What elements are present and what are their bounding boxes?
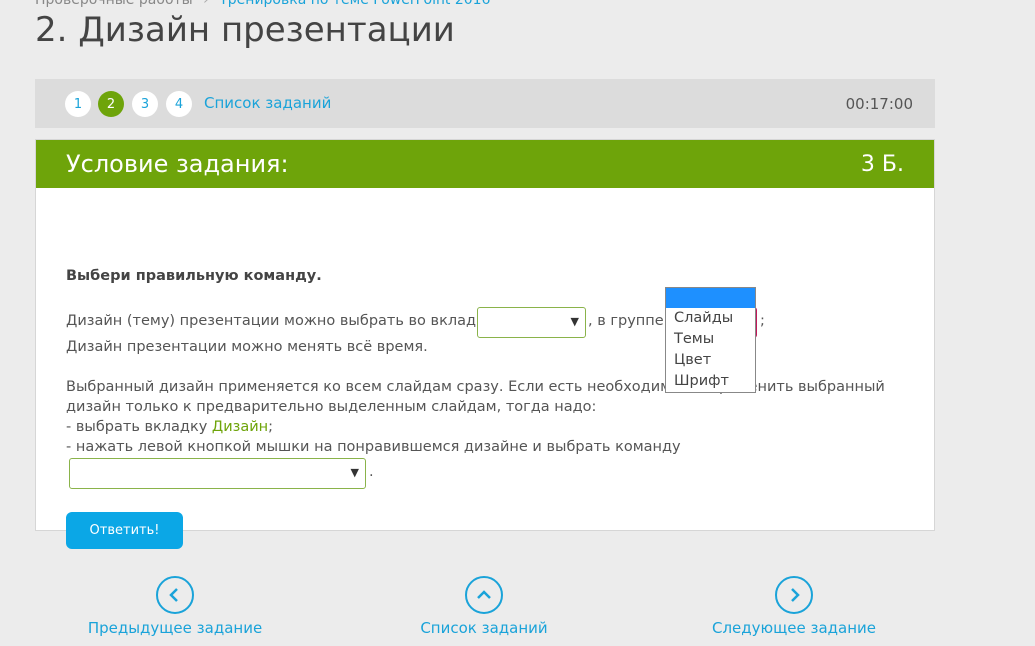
timer: 00:17:00 bbox=[845, 95, 913, 113]
chevron-right-icon bbox=[775, 576, 813, 614]
breadcrumb-separator: › bbox=[203, 0, 209, 8]
step-4-button[interactable]: 4 bbox=[166, 91, 192, 117]
next-task-label[interactable]: Следующее задание bbox=[712, 619, 876, 637]
next-task-nav[interactable]: Следующее задание bbox=[684, 576, 904, 637]
task-card: Условие задания: 3 Б. Выбери правильную … bbox=[35, 139, 935, 549]
line4-prefix: - выбрать вкладку bbox=[66, 419, 212, 435]
chevron-down-icon: ▼ bbox=[570, 315, 579, 328]
dropdown-option-font[interactable]: Шрифт bbox=[666, 371, 755, 392]
step-3-button[interactable]: 3 bbox=[132, 91, 158, 117]
step-1-button[interactable]: 1 bbox=[65, 91, 91, 117]
design-tab-word: Дизайн bbox=[211, 419, 269, 435]
dropdown-option-empty[interactable] bbox=[666, 288, 755, 308]
task-navigation-bar: 1 2 3 4 Список заданий 00:17:00 bbox=[35, 79, 935, 128]
question-line-4: - выбрать вкладку Дизайн; bbox=[66, 419, 273, 435]
group-select-dropdown: Слайды Темы Цвет Шрифт bbox=[665, 287, 756, 393]
question-line-2: Дизайн презентации можно менять всё врем… bbox=[66, 339, 428, 355]
prev-task-label[interactable]: Предыдущее задание bbox=[88, 619, 262, 637]
dropdown-option-color[interactable]: Цвет bbox=[666, 350, 755, 371]
command-select[interactable]: ▼ bbox=[69, 458, 366, 489]
question-line-3b: дизайн только к предварительно выделенны… bbox=[66, 399, 597, 415]
prev-task-nav[interactable]: Предыдущее задание bbox=[65, 576, 285, 637]
breadcrumb-item-works[interactable]: Проверочные работы bbox=[35, 0, 193, 8]
question-line-1: Дизайн (тему) презентации можно выбрать … bbox=[66, 313, 494, 329]
q1-text-before: Дизайн (тему) презентации можно выбрать … bbox=[66, 313, 494, 329]
task-list-label[interactable]: Список заданий bbox=[420, 619, 547, 637]
dropdown-option-slides[interactable]: Слайды bbox=[666, 308, 755, 329]
chevron-down-icon: ▼ bbox=[350, 466, 359, 479]
question-line-3a: Выбранный дизайн применяется ко всем сла… bbox=[66, 379, 885, 395]
task-instruction: Выбери правильную команду. bbox=[66, 268, 322, 284]
step-2-button[interactable]: 2 bbox=[98, 91, 124, 117]
task-list-link[interactable]: Список заданий bbox=[204, 94, 331, 112]
q1-text-end: ; bbox=[760, 313, 765, 329]
breadcrumb-item-training[interactable]: Тренировка по теме PowerPoint 2016 bbox=[219, 0, 490, 8]
task-card-header: Условие задания: 3 Б. bbox=[36, 140, 934, 188]
task-card-title: Условие задания: bbox=[66, 150, 289, 178]
q1-text-mid: , в группе bbox=[588, 313, 664, 329]
task-points: 3 Б. bbox=[860, 151, 904, 177]
breadcrumb: Проверочные работы › Тренировка по теме … bbox=[35, 0, 490, 8]
chevron-up-icon bbox=[465, 576, 503, 614]
tab-select[interactable]: ▼ bbox=[477, 307, 586, 338]
task-list-nav[interactable]: Список заданий bbox=[374, 576, 594, 637]
q3-text-end: . bbox=[369, 464, 374, 480]
line4-suffix: ; bbox=[268, 419, 274, 435]
chevron-left-icon bbox=[156, 576, 194, 614]
dropdown-option-themes[interactable]: Темы bbox=[666, 329, 755, 350]
question-line-5: - нажать левой кнопкой мышки на понравив… bbox=[66, 439, 681, 455]
page-title: 2. Дизайн презентации bbox=[35, 10, 455, 50]
answer-button[interactable]: Ответить! bbox=[66, 512, 183, 549]
